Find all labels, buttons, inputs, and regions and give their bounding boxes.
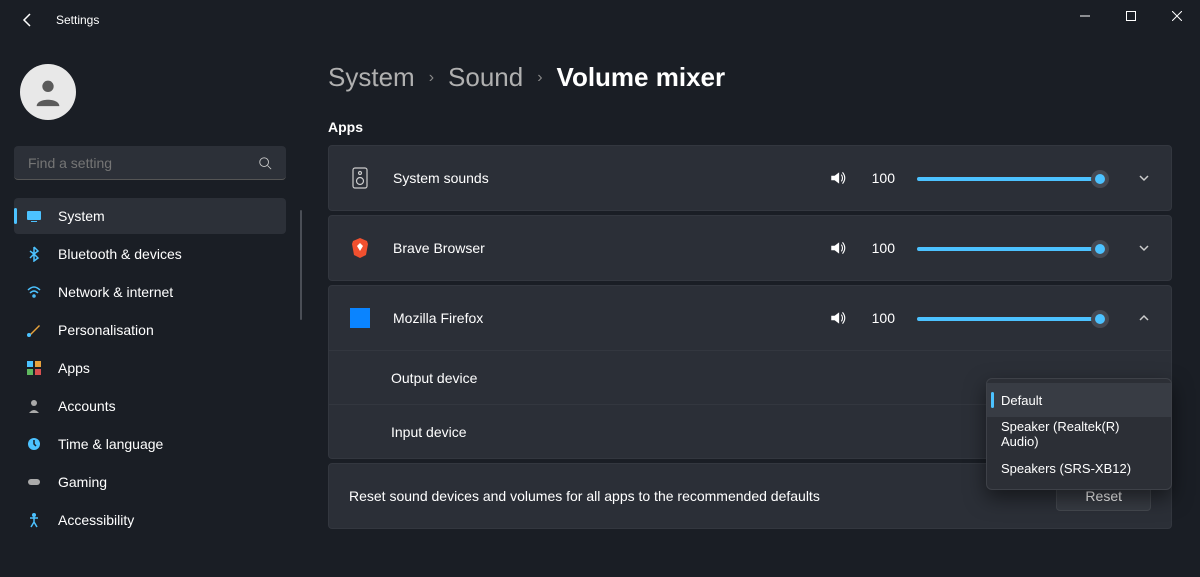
section-heading: Apps	[328, 119, 1172, 135]
sidebar-item-label: Apps	[58, 360, 90, 376]
output-device-label: Output device	[391, 370, 477, 386]
sidebar-item-label: Accessibility	[58, 512, 134, 528]
breadcrumb: System › Sound › Volume mixer	[328, 62, 1172, 93]
sidebar-item-label: Network & internet	[58, 284, 173, 300]
volume-icon	[829, 309, 847, 327]
breadcrumb-system[interactable]: System	[328, 62, 415, 93]
volume-icon	[829, 169, 847, 187]
reset-description: Reset sound devices and volumes for all …	[349, 488, 820, 504]
brave-icon	[349, 237, 371, 259]
scroll-divider	[300, 210, 302, 320]
firefox-icon	[349, 307, 371, 329]
app-row-firefox[interactable]: Mozilla Firefox 100	[329, 286, 1171, 350]
dropdown-item-srs[interactable]: Speakers (SRS-XB12)	[987, 451, 1171, 485]
page-title: Volume mixer	[557, 62, 726, 93]
sidebar-item-label: System	[58, 208, 105, 224]
sidebar-item-personalisation[interactable]: Personalisation	[14, 312, 286, 348]
system-icon	[26, 208, 42, 224]
apps-icon	[26, 360, 42, 376]
sidebar-item-label: Time & language	[58, 436, 163, 452]
volume-slider[interactable]	[917, 238, 1107, 258]
volume-value: 100	[869, 240, 895, 256]
volume-icon	[829, 239, 847, 257]
app-name: Mozilla Firefox	[393, 310, 807, 326]
accessibility-icon	[26, 512, 42, 528]
window-title: Settings	[56, 13, 99, 27]
dropdown-item-realtek[interactable]: Speaker (Realtek(R) Audio)	[987, 417, 1171, 451]
volume-slider[interactable]	[917, 168, 1107, 188]
breadcrumb-sound[interactable]: Sound	[448, 62, 523, 93]
speaker-device-icon	[349, 167, 371, 189]
sidebar-item-label: Accounts	[58, 398, 116, 414]
maximize-button[interactable]	[1108, 0, 1154, 32]
gamepad-icon	[26, 474, 42, 490]
sidebar-item-label: Gaming	[58, 474, 107, 490]
person-icon	[31, 75, 65, 109]
volume-value: 100	[869, 310, 895, 326]
sidebar-item-label: Personalisation	[58, 322, 154, 338]
search-icon	[258, 156, 272, 170]
volume-slider[interactable]	[917, 308, 1107, 328]
app-row-brave[interactable]: Brave Browser 100	[329, 216, 1171, 280]
chevron-down-icon[interactable]	[1137, 241, 1151, 255]
back-icon[interactable]	[20, 12, 36, 28]
wifi-icon	[26, 284, 42, 300]
chevron-down-icon[interactable]	[1137, 171, 1151, 185]
minimize-button[interactable]	[1062, 0, 1108, 32]
output-device-dropdown[interactable]: Default Speaker (Realtek(R) Audio) Speak…	[986, 378, 1172, 490]
chevron-right-icon: ›	[537, 69, 542, 87]
search-input[interactable]	[14, 146, 286, 180]
sidebar-item-time[interactable]: Time & language	[14, 426, 286, 462]
search-field[interactable]	[28, 155, 258, 171]
brush-icon	[26, 322, 42, 338]
sidebar-item-system[interactable]: System	[14, 198, 286, 234]
bluetooth-icon	[26, 246, 42, 262]
dropdown-item-default[interactable]: Default	[987, 383, 1171, 417]
sidebar-item-gaming[interactable]: Gaming	[14, 464, 286, 500]
input-device-label: Input device	[391, 424, 467, 440]
sidebar-item-bluetooth[interactable]: Bluetooth & devices	[14, 236, 286, 272]
app-row-system-sounds[interactable]: System sounds 100	[329, 146, 1171, 210]
volume-value: 100	[869, 170, 895, 186]
sidebar-item-label: Bluetooth & devices	[58, 246, 182, 262]
sidebar-item-apps[interactable]: Apps	[14, 350, 286, 386]
sidebar-item-network[interactable]: Network & internet	[14, 274, 286, 310]
app-name: Brave Browser	[393, 240, 807, 256]
avatar[interactable]	[20, 64, 76, 120]
app-name: System sounds	[393, 170, 807, 186]
accounts-icon	[26, 398, 42, 414]
sidebar-item-accounts[interactable]: Accounts	[14, 388, 286, 424]
clock-globe-icon	[26, 436, 42, 452]
chevron-right-icon: ›	[429, 69, 434, 87]
sidebar-item-accessibility[interactable]: Accessibility	[14, 502, 286, 538]
chevron-up-icon[interactable]	[1137, 311, 1151, 325]
close-button[interactable]	[1154, 0, 1200, 32]
